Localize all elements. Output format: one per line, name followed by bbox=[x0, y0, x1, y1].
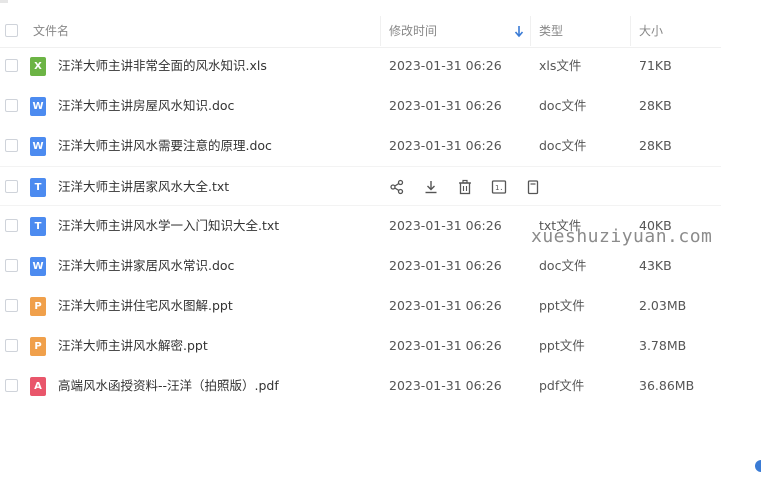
doc-file-icon: W bbox=[30, 257, 46, 276]
column-modified-header[interactable]: 修改时间 bbox=[389, 14, 437, 48]
file-name-link[interactable]: 汪洋大师主讲居家风水大全.txt bbox=[58, 167, 229, 207]
svg-text:1.: 1. bbox=[495, 184, 503, 192]
file-row[interactable]: X 汪洋大师主讲非常全面的风水知识.xls 2023-01-31 06:26 xls文… bbox=[0, 46, 721, 86]
file-row[interactable]: T 汪洋大师主讲居家风水大全.txt 1. bbox=[0, 166, 721, 206]
file-row[interactable]: W 汪洋大师主讲房屋风水知识.doc 2023-01-31 06:26 doc文件 28… bbox=[0, 86, 721, 126]
doc-file-icon: W bbox=[30, 137, 46, 156]
top-divider bbox=[0, 0, 8, 3]
file-name-link[interactable]: 汪洋大师主讲风水需要注意的原理.doc bbox=[58, 126, 272, 166]
txt-file-icon: T bbox=[30, 217, 46, 236]
file-type: xls文件 bbox=[539, 58, 582, 73]
floating-help-button[interactable] bbox=[755, 460, 761, 472]
row-checkbox[interactable] bbox=[5, 259, 18, 272]
row-checkbox[interactable] bbox=[5, 339, 18, 352]
column-type-header[interactable]: 类型 bbox=[539, 14, 563, 48]
txt-file-icon: T bbox=[30, 178, 46, 197]
file-row[interactable]: P 汪洋大师主讲风水解密.ppt 2023-01-31 06:26 ppt文件 3.78… bbox=[0, 326, 721, 366]
column-separator bbox=[630, 16, 631, 46]
doc-file-icon: W bbox=[30, 97, 46, 116]
watermark-text: xueshuziyuan.com bbox=[531, 226, 713, 247]
row-checkbox[interactable] bbox=[5, 219, 18, 232]
file-size: 36.86MB bbox=[639, 378, 695, 393]
file-modified-date: 2023-01-31 06:26 bbox=[389, 138, 502, 153]
pdf-file-icon: A bbox=[30, 377, 46, 396]
ppt-file-icon: P bbox=[30, 297, 46, 316]
file-modified-date: 2023-01-31 06:26 bbox=[389, 338, 502, 353]
column-size-header[interactable]: 大小 bbox=[639, 14, 663, 48]
file-size: 3.78MB bbox=[639, 338, 687, 353]
file-size: 2.03MB bbox=[639, 298, 687, 313]
file-size: 28KB bbox=[639, 98, 672, 113]
file-name-link[interactable]: 高端风水函授资料--汪洋（拍照版）.pdf bbox=[58, 366, 279, 406]
file-name-link[interactable]: 汪洋大师主讲住宅风水图解.ppt bbox=[58, 286, 233, 326]
file-type: doc文件 bbox=[539, 138, 587, 153]
row-checkbox[interactable] bbox=[5, 99, 18, 112]
file-name-link[interactable]: 汪洋大师主讲风水学一入门知识大全.txt bbox=[58, 206, 279, 246]
file-name-link[interactable]: 汪洋大师主讲非常全面的风水知识.xls bbox=[58, 46, 267, 86]
file-size: 71KB bbox=[639, 58, 672, 73]
file-modified-date: 2023-01-31 06:26 bbox=[389, 258, 502, 273]
copy-icon[interactable] bbox=[525, 179, 541, 195]
terminal-icon[interactable]: 1. bbox=[491, 179, 507, 195]
file-modified-date: 2023-01-31 06:26 bbox=[389, 378, 502, 393]
file-type: doc文件 bbox=[539, 258, 587, 273]
download-icon[interactable] bbox=[423, 179, 439, 195]
file-row[interactable]: W 汪洋大师主讲风水需要注意的原理.doc 2023-01-31 06:26 doc文… bbox=[0, 126, 721, 166]
delete-icon[interactable] bbox=[457, 179, 473, 195]
share-icon[interactable] bbox=[389, 179, 405, 195]
file-modified-date: 2023-01-31 06:26 bbox=[389, 218, 502, 233]
file-type: ppt文件 bbox=[539, 338, 585, 353]
file-name-link[interactable]: 汪洋大师主讲风水解密.ppt bbox=[58, 326, 208, 366]
file-type: doc文件 bbox=[539, 98, 587, 113]
file-row[interactable]: A 高端风水函授资料--汪洋（拍照版）.pdf 2023-01-31 06:26 pd… bbox=[0, 366, 721, 406]
column-name-header[interactable]: 文件名 bbox=[33, 14, 69, 48]
file-size: 43KB bbox=[639, 258, 672, 273]
column-separator bbox=[380, 16, 381, 46]
row-checkbox[interactable] bbox=[5, 139, 18, 152]
row-checkbox[interactable] bbox=[5, 299, 18, 312]
sort-descending-icon[interactable] bbox=[514, 24, 524, 38]
select-all-checkbox[interactable] bbox=[5, 24, 18, 37]
file-modified-date: 2023-01-31 06:26 bbox=[389, 98, 502, 113]
xls-file-icon: X bbox=[30, 57, 46, 76]
ppt-file-icon: P bbox=[30, 337, 46, 356]
file-list-header: 文件名 修改时间 类型 大小 bbox=[0, 14, 721, 48]
file-modified-date: 2023-01-31 06:26 bbox=[389, 58, 502, 73]
row-checkbox[interactable] bbox=[5, 59, 18, 72]
file-row[interactable]: W 汪洋大师主讲家居风水常识.doc 2023-01-31 06:26 doc文件 43… bbox=[0, 246, 721, 286]
file-type: ppt文件 bbox=[539, 298, 585, 313]
file-type: pdf文件 bbox=[539, 378, 585, 393]
file-size: 28KB bbox=[639, 138, 672, 153]
row-checkbox[interactable] bbox=[5, 379, 18, 392]
row-checkbox[interactable] bbox=[5, 180, 18, 193]
column-separator bbox=[530, 16, 531, 46]
file-name-link[interactable]: 汪洋大师主讲家居风水常识.doc bbox=[58, 246, 234, 286]
file-name-link[interactable]: 汪洋大师主讲房屋风水知识.doc bbox=[58, 86, 234, 126]
file-row[interactable]: P 汪洋大师主讲住宅风水图解.ppt 2023-01-31 06:26 ppt文件 2.… bbox=[0, 286, 721, 326]
file-modified-date: 2023-01-31 06:26 bbox=[389, 298, 502, 313]
